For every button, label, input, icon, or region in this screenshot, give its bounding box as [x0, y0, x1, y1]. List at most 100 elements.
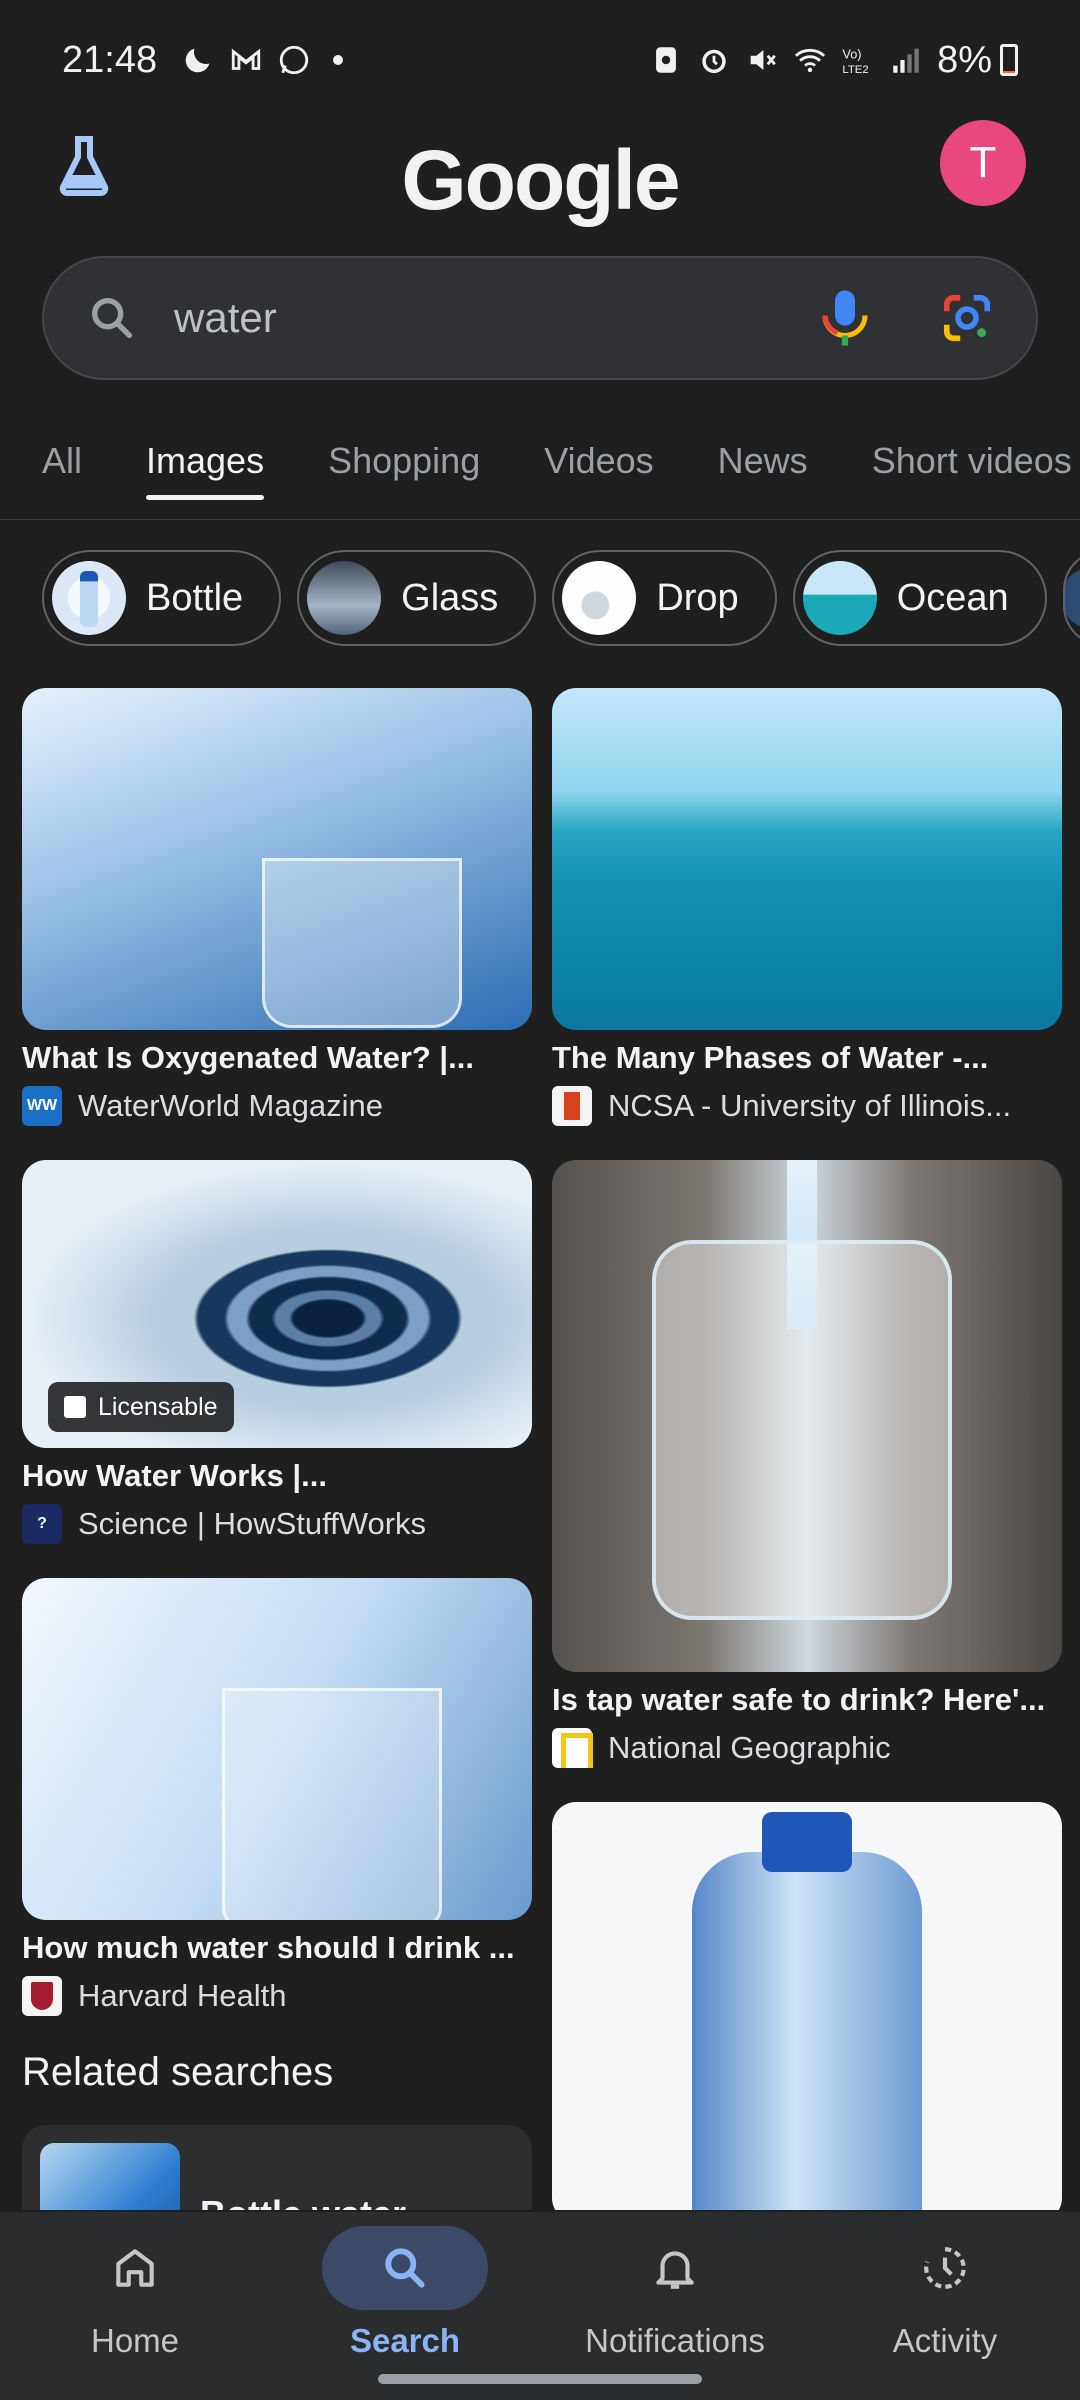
result-image[interactable] [22, 1578, 532, 1920]
volte-icon: Vo) LTE2 [842, 47, 868, 76]
tab-news[interactable]: News [718, 424, 808, 519]
svg-text:LTE2: LTE2 [842, 64, 868, 76]
nav-pill [52, 2226, 218, 2310]
image-result-card[interactable]: Is tap water safe to drink? Here'... Nat… [552, 1160, 1062, 1768]
filter-chips: Bottle Glass Drop Ocean [42, 550, 1080, 646]
battery-fill [1003, 70, 1015, 73]
source-name: WaterWorld Magazine [78, 1088, 383, 1123]
account-avatar[interactable]: T [940, 120, 1026, 206]
result-source[interactable]: National Geographic [552, 1728, 1062, 1768]
nav-label: Notifications [585, 2322, 765, 2359]
source-name: Science | HowStuffWorks [78, 1506, 427, 1541]
chip-partial[interactable] [1062, 550, 1080, 646]
badge-label: Licensable [98, 1392, 218, 1421]
home-icon [116, 2249, 154, 2287]
result-title[interactable]: Is tap water safe to drink? Here'... [552, 1682, 1062, 1718]
battery-icon [1000, 44, 1018, 76]
result-image[interactable] [552, 1802, 1062, 2210]
whatsapp-icon [279, 45, 309, 75]
glass-illustration [222, 1688, 442, 1920]
result-image[interactable] [552, 1160, 1062, 1672]
natgeo-favicon-icon [552, 1728, 593, 1768]
nav-home[interactable]: Home [0, 2212, 270, 2400]
chip-label: Ocean [896, 576, 1009, 619]
gmail-icon [231, 48, 261, 70]
search-icon [91, 297, 133, 339]
tab-all[interactable]: All [42, 424, 82, 519]
result-title[interactable]: The Many Phases of Water -... [552, 1040, 1062, 1076]
nav-pill [592, 2226, 758, 2310]
image-result-card[interactable]: What Is Oxygenated Water? |... WW WaterW… [22, 688, 532, 1126]
waterworld-favicon-icon: WW [22, 1086, 62, 1126]
tab-shopping[interactable]: Shopping [328, 424, 480, 519]
result-source[interactable]: NCSA - University of Illinois... [552, 1086, 1062, 1126]
search-tabs: All Images Shopping Videos News Short vi… [0, 424, 1080, 520]
result-source[interactable]: WW WaterWorld Magazine [22, 1086, 532, 1126]
licensable-badge[interactable]: Licensable [48, 1382, 234, 1432]
battery-percent: 8% [937, 38, 992, 81]
google-logo: Google [401, 133, 680, 227]
alarm-icon [702, 49, 726, 74]
results-column-right: The Many Phases of Water -... NCSA - Uni… [552, 688, 1062, 2210]
bottle-cap-illustration [762, 1812, 852, 1872]
status-right: Vo) LTE2 8% [649, 39, 1018, 82]
chip-thumbnail [562, 561, 637, 635]
howstuffworks-favicon-icon: ? [22, 1504, 62, 1544]
tab-videos[interactable]: Videos [544, 424, 653, 519]
chip-thumbnail [802, 561, 877, 635]
related-search-card[interactable]: Bottle water [22, 2125, 532, 2210]
bottom-navigation: Home Search Notifications Activity [0, 2212, 1080, 2400]
google-lens-icon[interactable] [940, 291, 994, 345]
nav-label: Activity [892, 2322, 998, 2359]
result-source[interactable]: ? Science | HowStuffWorks [22, 1504, 532, 1544]
bell-icon [656, 2251, 694, 2289]
related-searches-heading: Related searches [22, 2050, 334, 2094]
image-result-card[interactable]: Licensable How Water Works |... ? Scienc… [22, 1160, 532, 1544]
chip-label: Bottle [146, 576, 244, 619]
search-input[interactable] [174, 294, 820, 342]
svg-text:Vo): Vo) [842, 47, 861, 62]
result-image[interactable]: Licensable [22, 1160, 532, 1448]
nav-label: Search [349, 2322, 461, 2359]
lock-screen-icon [656, 47, 676, 73]
result-image[interactable] [552, 688, 1062, 1030]
results-column-left: What Is Oxygenated Water? |... WW WaterW… [22, 688, 532, 2210]
chip-glass[interactable]: Glass [297, 550, 537, 646]
result-title[interactable]: How Water Works |... [22, 1458, 532, 1494]
search-bar[interactable] [42, 256, 1038, 380]
related-thumbnail [40, 2143, 180, 2210]
result-image[interactable] [22, 688, 532, 1030]
chip-thumbnail [52, 561, 126, 635]
header: Google T [0, 120, 1080, 260]
microphone-icon[interactable] [820, 288, 870, 348]
harvard-favicon-icon [22, 1976, 62, 2016]
image-result-card[interactable]: How much water should I drink ... Harvar… [22, 1578, 532, 2016]
ncsa-favicon-icon [552, 1086, 592, 1126]
image-result-card[interactable] [552, 1802, 1062, 2210]
nav-notifications[interactable]: Notifications [540, 2212, 810, 2400]
activity-history-icon [924, 2247, 966, 2289]
bottle-illustration [692, 1852, 922, 2210]
result-source[interactable]: Harvard Health [22, 1976, 532, 2016]
result-title[interactable]: What Is Oxygenated Water? |... [22, 1040, 532, 1076]
nav-pill [862, 2226, 1028, 2310]
tab-images[interactable]: Images [146, 424, 265, 519]
image-result-card[interactable]: The Many Phases of Water -... NCSA - Uni… [552, 688, 1062, 1126]
chip-bottle[interactable]: Bottle [42, 550, 282, 646]
moon-icon [185, 48, 210, 73]
related-search-label: Bottle water [200, 2143, 406, 2210]
nav-search[interactable]: Search [270, 2212, 540, 2400]
result-title[interactable]: How much water should I drink ... [22, 1930, 532, 1966]
glass-illustration [262, 858, 462, 1028]
gesture-home-bar[interactable] [378, 2374, 702, 2384]
status-left: 21:48 [62, 38, 344, 82]
nav-activity[interactable]: Activity [810, 2212, 1080, 2400]
status-time: 21:48 [62, 38, 158, 81]
chip-drop[interactable]: Drop [552, 550, 777, 646]
tab-short-videos[interactable]: Short videos [872, 424, 1072, 519]
wifi-icon [794, 48, 826, 73]
source-name: Harvard Health [78, 1978, 287, 2013]
search-icon [385, 2248, 425, 2288]
chip-ocean[interactable]: Ocean [792, 550, 1047, 646]
nav-pill [322, 2226, 488, 2310]
